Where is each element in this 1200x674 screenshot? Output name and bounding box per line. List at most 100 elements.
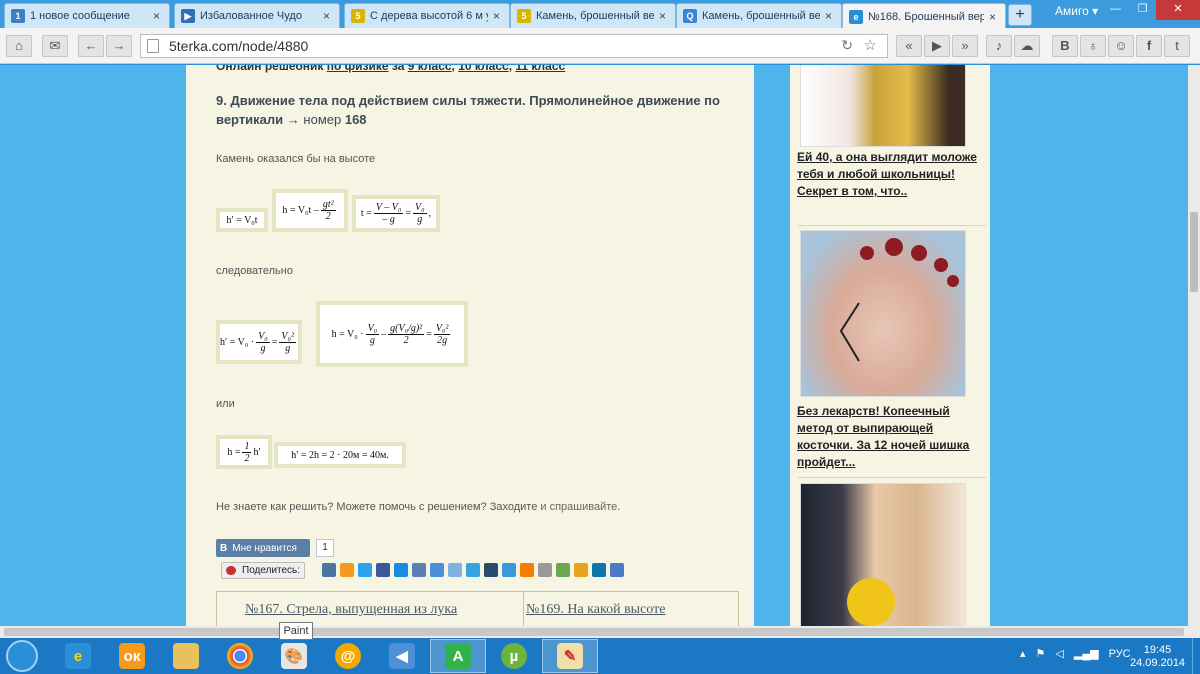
volume-icon[interactable]: ◁ [1055, 647, 1063, 660]
google-share-icon[interactable] [556, 563, 570, 577]
close-icon[interactable]: × [323, 9, 333, 23]
facebook-share-icon[interactable] [376, 563, 390, 577]
tab-4[interactable]: 5 Камень, брошенный вер × [510, 3, 676, 28]
denominator: g [285, 342, 291, 354]
numerator: V₀ [412, 202, 427, 214]
odnoklassniki-share-icon[interactable] [340, 563, 354, 577]
page-icon [147, 39, 159, 53]
facebook-icon[interactable]: f [1136, 35, 1162, 57]
tab-1[interactable]: 1 1 новое сообщение × [4, 3, 170, 28]
vertical-scrollbar[interactable] [1188, 65, 1200, 626]
twitter-icon[interactable]: t [1164, 35, 1190, 57]
internet-explorer-icon: e [65, 643, 91, 669]
new-tab-button[interactable]: + [1008, 4, 1032, 26]
moimir-share-icon[interactable] [448, 563, 462, 577]
link-physics[interactable]: по физике [327, 65, 389, 73]
link-grade-10[interactable]: 10 класс [458, 65, 508, 73]
tab-2[interactable]: ▶ Избалованное Чудо × [174, 3, 340, 28]
taskbar: e ок 🎨 @ ◀ A µ ✎ ▴ ⚑ ◁ ▂▄▆ РУС 19:45 24.… [0, 638, 1200, 674]
twitter-share-icon[interactable] [358, 563, 372, 577]
music-icon[interactable]: ♪ [986, 35, 1012, 57]
minimize-icon[interactable]: — [1102, 0, 1129, 20]
ad-image-face[interactable] [800, 483, 966, 626]
odnoklassniki-icon[interactable]: ♁ [1080, 35, 1106, 57]
juick-share-icon[interactable] [574, 563, 588, 577]
horizontal-scrollbar[interactable] [0, 626, 1200, 638]
vk-icon[interactable]: B [1052, 35, 1078, 57]
taskbar-media[interactable]: ◀ [374, 639, 430, 673]
close-window-icon[interactable]: ✕ [1156, 0, 1200, 20]
network-icon[interactable]: ▂▄▆ [1074, 647, 1099, 660]
close-icon[interactable]: × [989, 10, 999, 24]
show-desktop-button[interactable] [1192, 638, 1200, 674]
next-problem-link[interactable]: №169. На какой высоте [526, 602, 665, 618]
mailru-share-icon[interactable] [394, 563, 408, 577]
fast-forward-icon[interactable]: » [952, 35, 978, 57]
link-grade-9[interactable]: 9 класс [408, 65, 452, 73]
back-icon[interactable]: ← [78, 35, 104, 57]
clock-time: 19:45 [1143, 644, 1172, 656]
close-icon[interactable]: × [825, 9, 835, 23]
blogger-share-icon[interactable] [520, 563, 534, 577]
ad-link-1[interactable]: Ей 40, а она выглядит моложе тебя и любо… [797, 149, 982, 200]
scroll-thumb[interactable] [4, 628, 1184, 636]
link-grade-11[interactable]: 11 класс [515, 65, 565, 73]
ad-image-gold-mask[interactable] [800, 65, 966, 147]
taskbar-ie[interactable]: e [50, 639, 106, 673]
digg-share-icon[interactable] [538, 563, 552, 577]
close-icon[interactable]: × [659, 9, 669, 23]
flag-icon[interactable]: ⚑ [1036, 647, 1046, 660]
livejournal-share-icon[interactable] [484, 563, 498, 577]
friends-icon[interactable]: ☺ [1108, 35, 1134, 57]
prev-problem-link[interactable]: №167. Стрела, выпущенная из лука [245, 602, 457, 618]
vk-like-button[interactable]: B Мне нравится [216, 539, 310, 557]
liveinternet-share-icon[interactable] [502, 563, 516, 577]
mail-icon[interactable]: ✉ [42, 35, 68, 57]
share-button[interactable]: Поделитесь: [221, 562, 306, 579]
restore-icon[interactable]: ❐ [1129, 0, 1156, 20]
taskbar-amigo[interactable]: A [430, 639, 486, 673]
numerator: 1 [242, 440, 252, 453]
tab-5[interactable]: Q Камень, брошенный вер × [676, 3, 842, 28]
tab-title: С дерева высотой 6 м упа [370, 10, 488, 22]
play-icon[interactable]: ▶ [924, 35, 950, 57]
tab-3[interactable]: 5 С дерева высотой 6 м упа × [344, 3, 510, 28]
bookmark-share-icon[interactable] [412, 563, 426, 577]
tray-arrow-icon[interactable]: ▴ [1020, 647, 1026, 660]
taskbar-paint-active[interactable]: ✎ [542, 639, 598, 673]
taskbar-utorrent[interactable]: µ [486, 639, 542, 673]
profile-menu[interactable]: Амиго ▾ [1055, 4, 1098, 18]
divider [798, 477, 986, 478]
close-icon[interactable]: × [493, 9, 503, 23]
clock[interactable]: 19:45 24.09.2014 [1130, 644, 1185, 670]
gear-share-icon[interactable] [466, 563, 480, 577]
delicious-share-icon[interactable] [430, 563, 444, 577]
more-share-icon[interactable] [610, 563, 624, 577]
forward-icon[interactable]: → [106, 35, 132, 57]
formula-text: = [271, 336, 278, 348]
taskbar-chrome[interactable] [212, 639, 268, 673]
url-input[interactable] [169, 37, 829, 55]
close-icon[interactable]: × [153, 9, 163, 23]
page-title: 9. Движение тела под действием силы тяже… [216, 91, 736, 129]
taskbar-paint[interactable]: 🎨 [266, 639, 322, 673]
ad-link-2[interactable]: Без лекарств! Копеечный метод от выпираю… [797, 403, 982, 471]
denominator: 2 [244, 452, 250, 464]
rewind-icon[interactable]: « [896, 35, 922, 57]
tab-6-active[interactable]: e №168. Брошенный верти × [842, 3, 1006, 29]
vk-share-icon[interactable] [322, 563, 336, 577]
home-icon[interactable]: ⌂ [6, 35, 32, 57]
ad-image-foot[interactable] [800, 230, 966, 397]
taskbar-explorer[interactable] [158, 639, 214, 673]
ask-link[interactable]: и спрашивайте [540, 501, 617, 513]
chat-icon[interactable]: ☁ [1014, 35, 1040, 57]
reload-icon[interactable]: ↻ [841, 37, 853, 54]
language-indicator[interactable]: РУС [1109, 648, 1131, 660]
taskbar-odnoklassniki[interactable]: ок [104, 639, 160, 673]
start-button[interactable] [6, 640, 38, 672]
vk-like-label: Мне нравится [232, 542, 297, 554]
scroll-thumb[interactable] [1190, 212, 1198, 292]
bookmark-star-icon[interactable]: ☆ [864, 36, 877, 54]
linkedin-share-icon[interactable] [592, 563, 606, 577]
taskbar-mail-agent[interactable]: @ [320, 639, 376, 673]
